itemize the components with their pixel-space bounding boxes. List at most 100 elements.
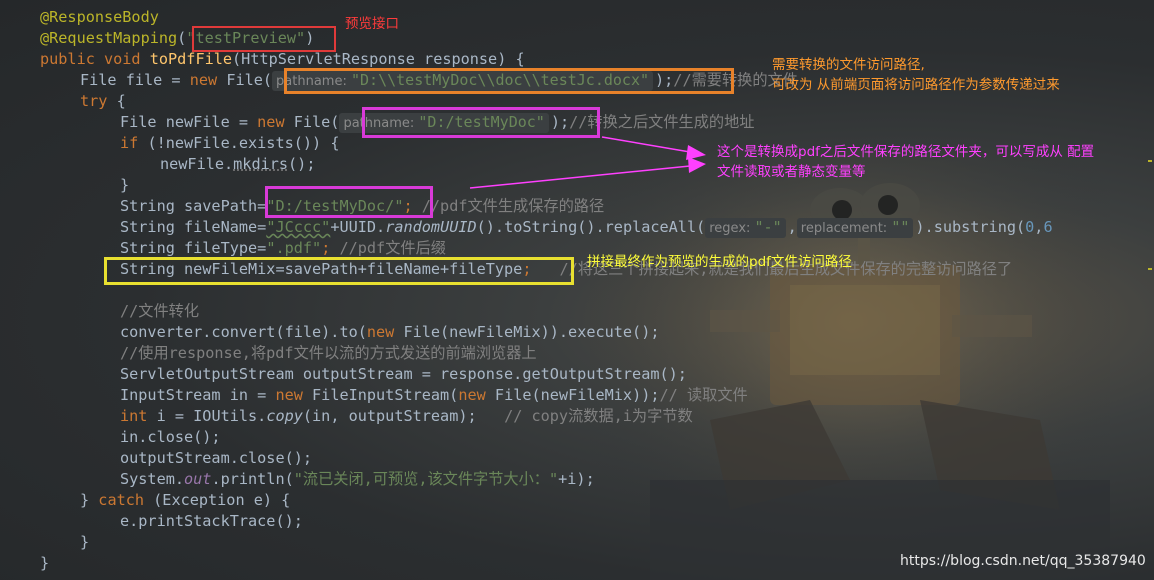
file-path-concat-highlight-box: [104, 257, 574, 285]
watermark: https://blog.csdn.net/qq_35387940: [900, 553, 1146, 569]
keyword-token: new: [366, 323, 404, 341]
code-text: FileInputStream(: [312, 386, 459, 404]
method-name-token: toPdfFile: [149, 50, 233, 68]
annotation-token: @ResponseBody: [40, 8, 159, 26]
static-method-token: randomUUID: [385, 218, 477, 236]
code-text: (!newFile.exists()) {: [138, 134, 340, 152]
code-text: in.close();: [120, 428, 221, 446]
code-text: ;: [321, 239, 340, 257]
code-text: e.printStackTrace();: [120, 512, 303, 530]
code-line: public void toPdfFile(HttpServletRespons…: [40, 49, 525, 70]
code-text: ().toString().replaceAll(: [476, 218, 706, 236]
code-text: System.: [120, 470, 185, 488]
code-line: //文件转化: [120, 301, 199, 322]
keyword-token: new: [189, 71, 227, 89]
concat-path-note: 拼接最终作为预览的生成的pdf文件访问路径: [587, 254, 852, 270]
code-line: }: [40, 553, 49, 574]
code-text: String savePath=: [120, 197, 267, 215]
output-folder-highlight-box: [362, 107, 600, 138]
code-line: String fileName="JCccc"+UUID.randomUUID(…: [120, 217, 1053, 238]
comment-token: // copy流数据,i为字节数: [504, 407, 693, 425]
output-folder-note-line2: 文件读取或者静态变量等: [717, 164, 866, 180]
code-text: String fileName=: [120, 218, 267, 236]
source-path-highlight-box: [284, 68, 734, 94]
method-call-token: mkdirs: [233, 155, 289, 173]
string-token: "": [891, 218, 910, 236]
code-text: }: [120, 176, 130, 194]
code-text: converter.convert(file).to(: [120, 323, 367, 341]
code-text: newFile.: [160, 155, 234, 173]
code-text: {: [107, 92, 126, 110]
code-line: outputStream.close();: [120, 448, 312, 469]
keyword-token: try: [80, 92, 108, 110]
code-line: System.out.println("流已关闭,可预览,该文件字节大小："+i…: [120, 469, 595, 490]
parameter-hint-label: regex:: [709, 221, 751, 236]
code-line: String fileType=".pdf"; //pdf文件后缀: [120, 238, 446, 259]
code-text: File(: [293, 113, 340, 131]
code-text: ,: [787, 218, 797, 236]
code-text: File newFile =: [120, 113, 258, 131]
parameter-hint: replacement: "": [796, 218, 914, 238]
code-line: ServletOutputStream outputStream = respo…: [120, 364, 687, 385]
comment-token: //pdf文件后缀: [339, 239, 446, 257]
code-line: //使用response,将pdf文件以流的方式发送的前端浏览器上: [120, 343, 537, 364]
source-path-note-line1: 需要转换的文件访问路径,: [772, 57, 925, 73]
keyword-token: new: [257, 113, 294, 131]
code-text: File(: [226, 71, 273, 89]
code-text: }: [80, 491, 99, 509]
code-line: @ResponseBody: [40, 7, 159, 28]
string-token: ".pdf": [266, 239, 322, 257]
code-text: ();: [288, 155, 316, 173]
string-token: "流已关闭,可预览,该文件字节大小：": [293, 470, 559, 488]
code-line: int i = IOUtils.copy(in, outputStream); …: [120, 406, 693, 427]
code-text: String fileType=: [120, 239, 267, 257]
keyword-token: if: [120, 134, 139, 152]
keyword-token: int: [120, 407, 157, 425]
code-line: e.printStackTrace();: [120, 511, 303, 532]
code-line: try {: [80, 91, 126, 112]
keyword-token: catch: [98, 491, 145, 509]
code-line: } catch (Exception e) {: [80, 490, 290, 511]
number-token: 0: [1025, 218, 1035, 236]
code-text: File(newFileMix));: [494, 386, 660, 404]
request-mapping-highlight-box: [192, 26, 336, 52]
code-text: .println(: [211, 470, 294, 488]
keyword-token: new: [458, 386, 495, 404]
code-line: InputStream in = new FileInputStream(new…: [120, 385, 748, 406]
code-text: (Exception e) {: [144, 491, 291, 509]
code-text: File(newFileMix)).execute();: [403, 323, 660, 341]
code-text: File file =: [80, 71, 190, 89]
code-text: (HttpServletResponse response) {: [232, 50, 525, 68]
code-line: }: [120, 175, 129, 196]
code-text: i = IOUtils.: [156, 407, 267, 425]
string-token: "-": [754, 218, 782, 236]
paren-token: (: [177, 29, 187, 47]
code-line: newFile.mkdirs();: [160, 154, 315, 175]
code-text: ).substring(: [915, 218, 1026, 236]
code-text: ServletOutputStream outputStream = respo…: [120, 365, 687, 383]
save-path-highlight-box: [265, 186, 433, 218]
code-text: }: [80, 533, 90, 551]
code-text: outputStream.close();: [120, 449, 313, 467]
code-line: converter.convert(file).to(new File(newF…: [120, 322, 660, 343]
parameter-hint: regex: "-": [705, 218, 786, 238]
code-line: if (!newFile.exists()) {: [120, 133, 339, 154]
keyword-token: public void: [40, 50, 150, 68]
string-token: "JCccc": [266, 218, 331, 236]
keyword-token: new: [275, 386, 313, 404]
code-text: }: [40, 554, 50, 572]
code-text: (in, outputStream);: [302, 407, 505, 425]
source-path-note-line2: 可改为 从前端页面将访问路径作为参数传递过来: [772, 77, 1060, 93]
parameter-hint-label: replacement:: [800, 221, 888, 236]
output-folder-note-line1: 这个是转换成pdf之后文件保存的路径文件夹，可以写成从 配置: [717, 144, 1095, 160]
comment-token: //pdf文件生成保存的路径: [421, 197, 605, 215]
preview-endpoint-note: 预览接口: [345, 16, 399, 32]
code-text: InputStream in =: [120, 386, 276, 404]
annotation-token: @RequestMapping: [40, 29, 178, 47]
comment-token: // 读取文件: [659, 386, 748, 404]
code-line: in.close();: [120, 427, 221, 448]
static-field-token: out: [184, 470, 212, 488]
static-method-token: copy: [266, 407, 303, 425]
number-token: 6: [1043, 218, 1053, 236]
code-text: +i);: [558, 470, 595, 488]
